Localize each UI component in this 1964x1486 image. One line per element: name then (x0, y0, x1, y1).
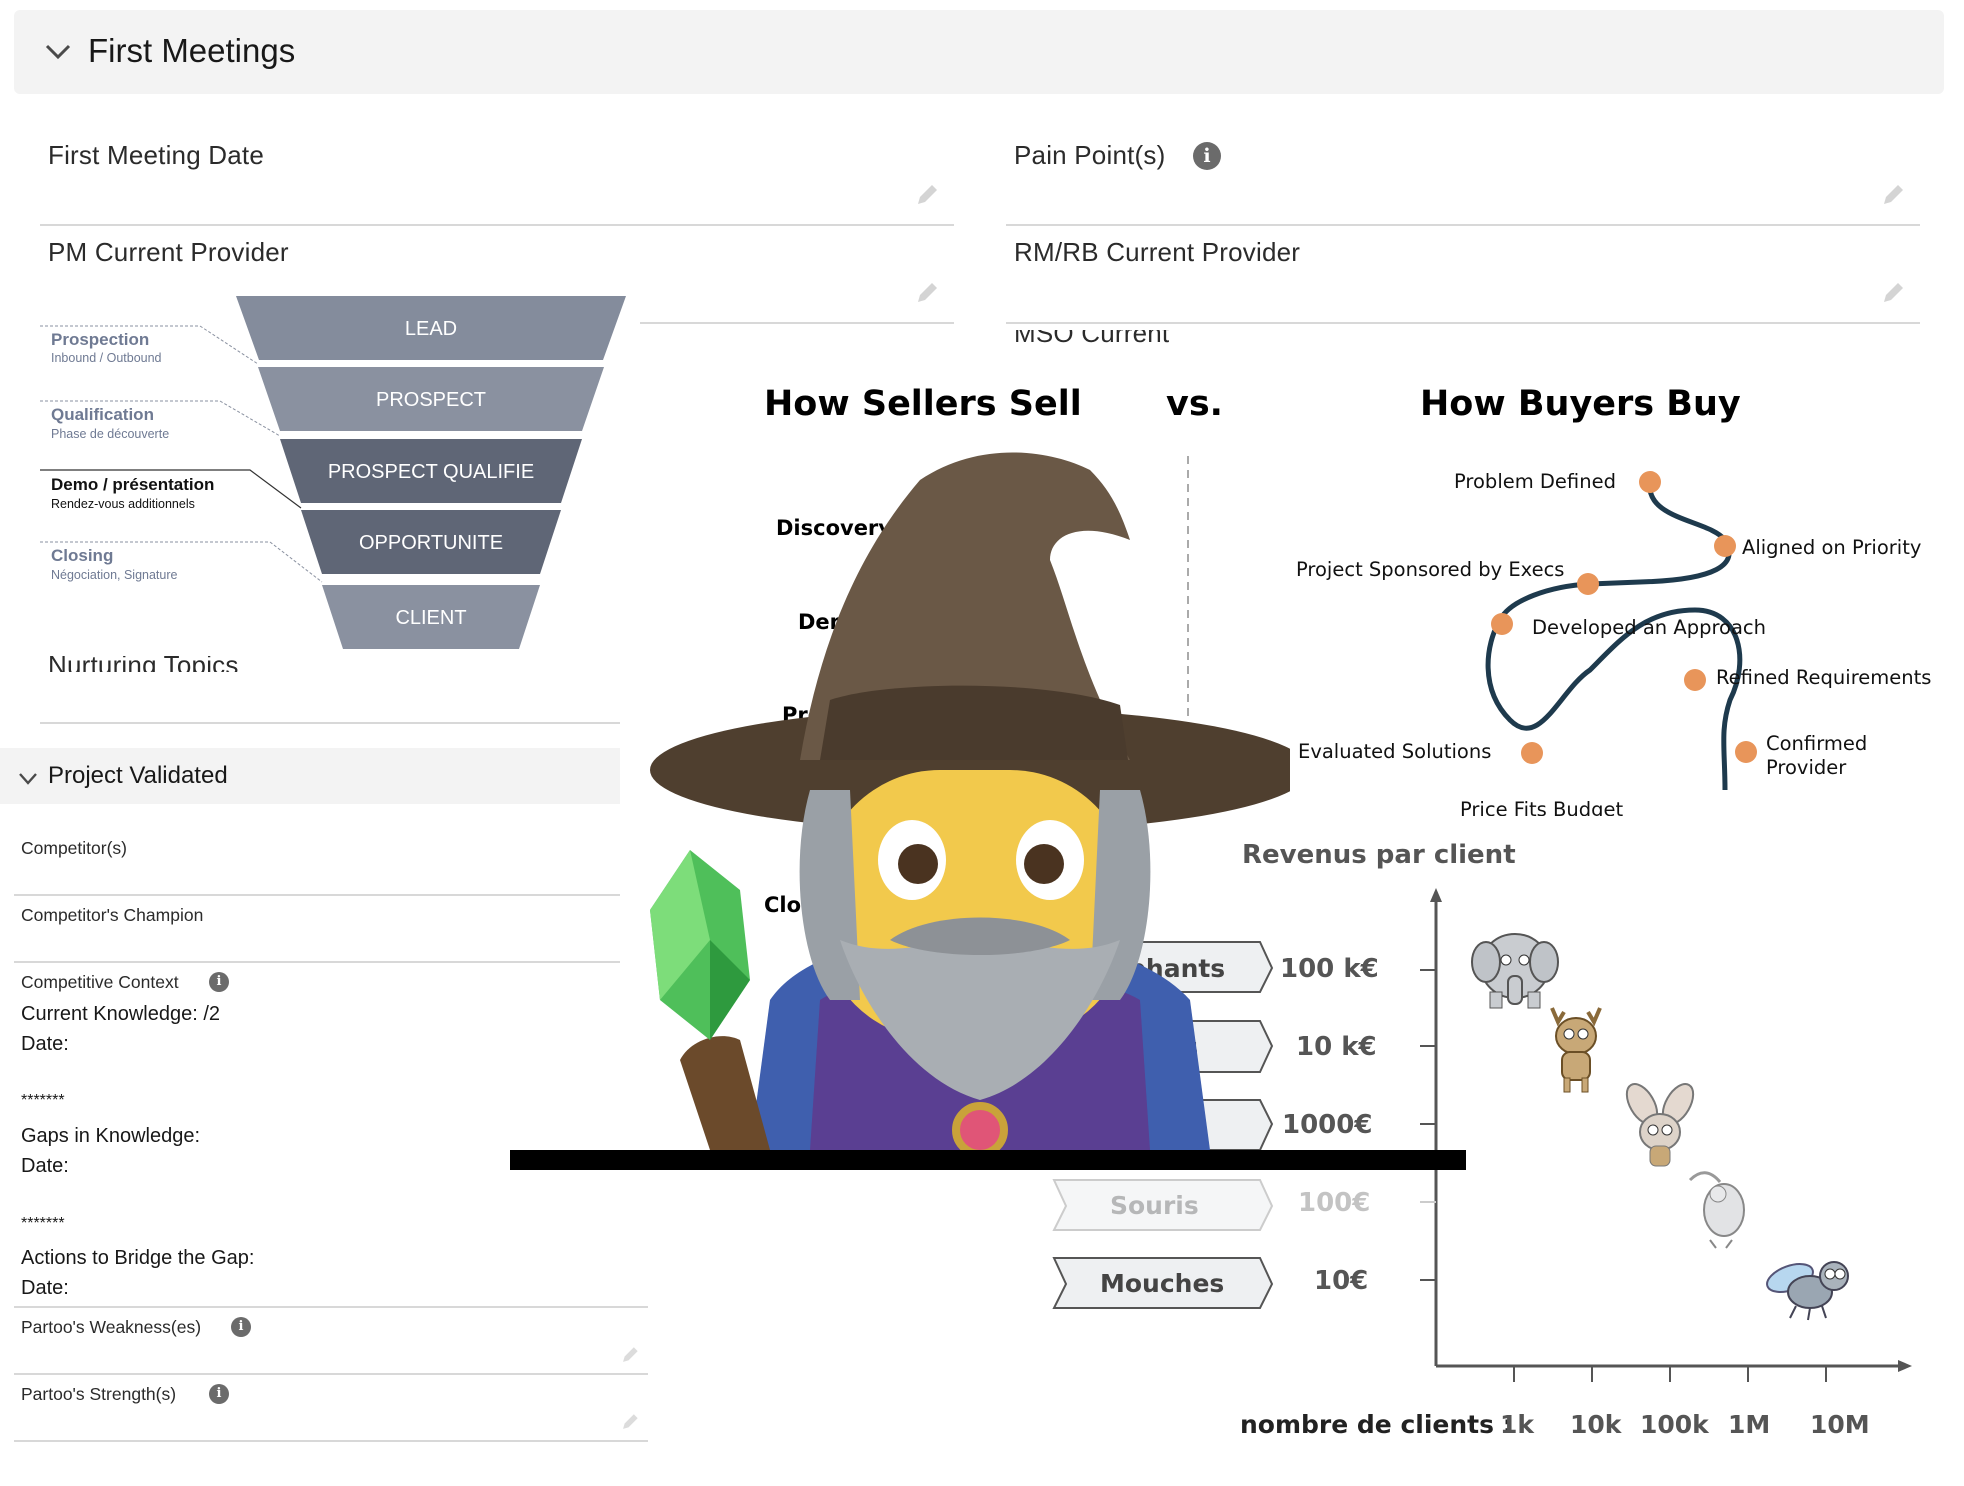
funnel-label: PROSPECT QUALIFIE (327, 461, 535, 483)
field-label-mso-current-provider: MSO Current Provider (1014, 330, 1170, 346)
buyer-step: Refined Requirements (1716, 666, 1932, 689)
redaction-bar (510, 1150, 1466, 1170)
funnel-phase-title: Closing (51, 546, 114, 565)
pencil-icon[interactable] (914, 280, 940, 306)
field-label-strengths: Partoo's Strength(s) (21, 1384, 177, 1404)
field-divider (40, 722, 620, 724)
mouse-icon (1688, 1171, 1745, 1249)
context-line: Actions to Bridge the Gap: (21, 1247, 255, 1269)
tier-value: 1000€ (1282, 1110, 1373, 1140)
info-icon[interactable]: i (1193, 142, 1221, 170)
pencil-icon[interactable] (620, 1412, 640, 1432)
field-divider (40, 224, 954, 226)
tier-value: 100 k€ (1280, 954, 1379, 984)
x-tick: 10k (1570, 1410, 1622, 1439)
funnel-phase-title: Prospection (51, 330, 150, 349)
tier-value: 10€ (1314, 1266, 1369, 1296)
tier-label: Souris (1110, 1191, 1199, 1220)
x-tick: 1M (1728, 1410, 1771, 1439)
context-line: Current Knowledge: /2 (21, 1003, 221, 1025)
field-divider (1006, 224, 1920, 226)
chevron-down-icon[interactable] (44, 42, 72, 62)
x-tick: 100k (1640, 1410, 1709, 1439)
section-header-first-meetings[interactable]: First Meetings (14, 10, 1944, 94)
pencil-icon[interactable] (620, 1345, 640, 1365)
field-label-competitive-context: Competitive Context (21, 972, 179, 992)
field-divider (1006, 322, 1920, 324)
section-header-project-validated[interactable]: Project Validated (0, 748, 620, 804)
field-divider (14, 961, 620, 963)
buyer-step: Aligned on Priority (1742, 536, 1922, 559)
funnel-phase-sub: Rendez-vous additionnels (51, 497, 195, 511)
context-line: ******* (21, 1215, 65, 1232)
funnel-label: OPPORTUNITE (358, 532, 504, 554)
funnel-phase-sub: Inbound / Outbound (51, 351, 162, 365)
funnel-label: LEAD (404, 318, 458, 340)
context-line: Date: (21, 1155, 69, 1177)
sales-funnel-graphic: LEAD PROSPECT PROSPECT QUALIFIE OPPORTUN… (40, 296, 640, 656)
field-divider (640, 322, 954, 324)
buyer-step: Price Fits Budget (1460, 800, 1624, 816)
field-label-competitors-champion: Competitor's Champion (21, 905, 204, 925)
x-axis-label: nombre de clients : (1240, 1410, 1513, 1439)
section-title: First Meetings (88, 32, 296, 69)
x-tick: 1k (1500, 1410, 1535, 1439)
field-label-first-meeting-date: First Meeting Date (48, 140, 265, 170)
pencil-icon[interactable] (1880, 280, 1906, 306)
crystal-icon (650, 850, 750, 1040)
funnel-phase-title: Demo / présentation (51, 475, 215, 494)
x-tick: 10M (1810, 1410, 1870, 1439)
context-line: Date: (21, 1033, 69, 1055)
pencil-icon[interactable] (1880, 182, 1906, 208)
clipped-field-label: MSO Current Provider (1014, 330, 1274, 346)
field-label-competitors: Competitor(s) (21, 838, 127, 858)
info-icon[interactable]: i (231, 1317, 251, 1337)
pencil-icon[interactable] (914, 182, 940, 208)
rabbit-icon (1625, 1083, 1695, 1167)
field-label-weaknesses: Partoo's Weakness(es) (21, 1317, 202, 1337)
tier-label: Mouches (1100, 1269, 1225, 1298)
buyer-step: Problem Defined (1454, 470, 1616, 493)
field-label-pain-points: Pain Point(s) (1014, 140, 1166, 170)
funnel-phase-title: Qualification (51, 405, 154, 424)
info-icon[interactable]: i (209, 972, 229, 992)
field-label-nurturing-topics: Nurturing Topics (48, 656, 239, 672)
buyer-step: Project Sponsored by Execs (1296, 558, 1565, 581)
elephant-icon (1471, 933, 1559, 1009)
chevron-down-icon[interactable] (18, 772, 38, 786)
field-label-rm-rb-current-provider: RM/RB Current Provider (1014, 237, 1301, 267)
field-divider (14, 1373, 648, 1375)
info-icon[interactable]: i (209, 1384, 229, 1404)
section-title: Project Validated (48, 762, 228, 789)
clipped-field-label: Nurturing Topics (48, 656, 308, 672)
fly-icon (1766, 1261, 1849, 1321)
funnel-label: CLIENT (395, 607, 467, 629)
wizard-icon (650, 452, 1290, 1150)
field-label-pm-current-provider: PM Current Provider (48, 237, 289, 267)
deer-icon (1550, 1007, 1602, 1093)
context-line: Date: (21, 1277, 69, 1299)
context-line: Gaps in Knowledge: (21, 1125, 201, 1147)
buyer-step: Developed an Approach (1532, 616, 1766, 639)
funnel-label: PROSPECT (375, 389, 487, 411)
field-divider (14, 1440, 648, 1442)
buyer-step: Provider (1766, 756, 1847, 779)
field-divider (14, 1306, 648, 1308)
buyer-step: Evaluated Solutions (1298, 740, 1492, 763)
buyer-step: Confirmed (1766, 732, 1868, 755)
tier-value: 10 k€ (1296, 1032, 1377, 1062)
field-divider (14, 894, 620, 896)
funnel-phase-sub: Négociation, Signature (51, 568, 178, 582)
tier-value: 100€ (1298, 1188, 1371, 1218)
clipped-buyer-step: Price Fits Budget (1460, 800, 1700, 816)
funnel-phase-sub: Phase de découverte (51, 427, 170, 441)
context-line: ******* (21, 1092, 65, 1109)
